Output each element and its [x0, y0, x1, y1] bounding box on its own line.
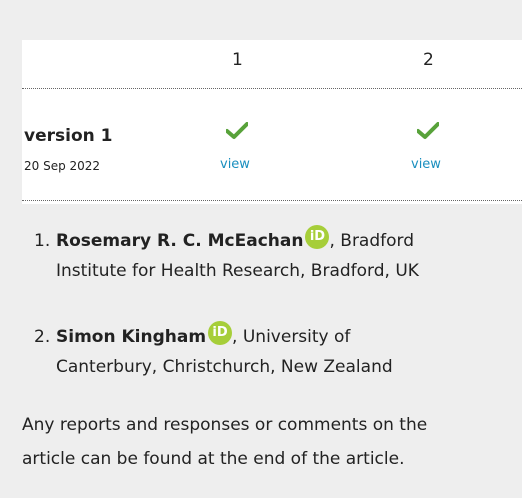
view-report-1-link[interactable]: view [220, 157, 250, 172]
reports-note-line1: Any reports and responses or comments on… [22, 415, 428, 435]
author-affiliation: , Bradford [329, 231, 415, 251]
column-header-2: 2 [423, 50, 434, 70]
check-icon [417, 122, 439, 139]
version-label: version 1 [24, 126, 113, 146]
check-icon [226, 122, 248, 139]
referee-status-table [22, 40, 522, 204]
author-name: Rosemary R. C. McEachan [56, 231, 304, 251]
author-affiliation-cont: Canterbury, Christchurch, New Zealand [56, 357, 393, 377]
author-number: 1. [34, 231, 51, 251]
author-affiliation-cont: Institute for Health Research, Bradford,… [56, 261, 419, 281]
author-affiliation: , University of [232, 327, 351, 347]
reports-note: Any reports and responses or comments on… [22, 408, 512, 476]
version-date: 20 Sep 2022 [24, 159, 101, 173]
orcid-icon[interactable]: iD [208, 321, 233, 345]
view-report-2-link[interactable]: view [411, 157, 441, 172]
author-name: Simon Kingham [56, 327, 207, 347]
author-item: 1. Rosemary R. C. McEachan iD, Bradford In… [34, 225, 504, 286]
author-number: 2. [34, 327, 51, 347]
divider [22, 88, 522, 89]
column-header-1: 1 [232, 50, 243, 70]
author-item: 2. Simon Kingham iD, University of Canterb… [34, 321, 504, 382]
reports-note-line2: article can be found at the end of the a… [22, 449, 405, 469]
orcid-icon[interactable]: iD [305, 225, 330, 249]
divider [22, 200, 522, 201]
